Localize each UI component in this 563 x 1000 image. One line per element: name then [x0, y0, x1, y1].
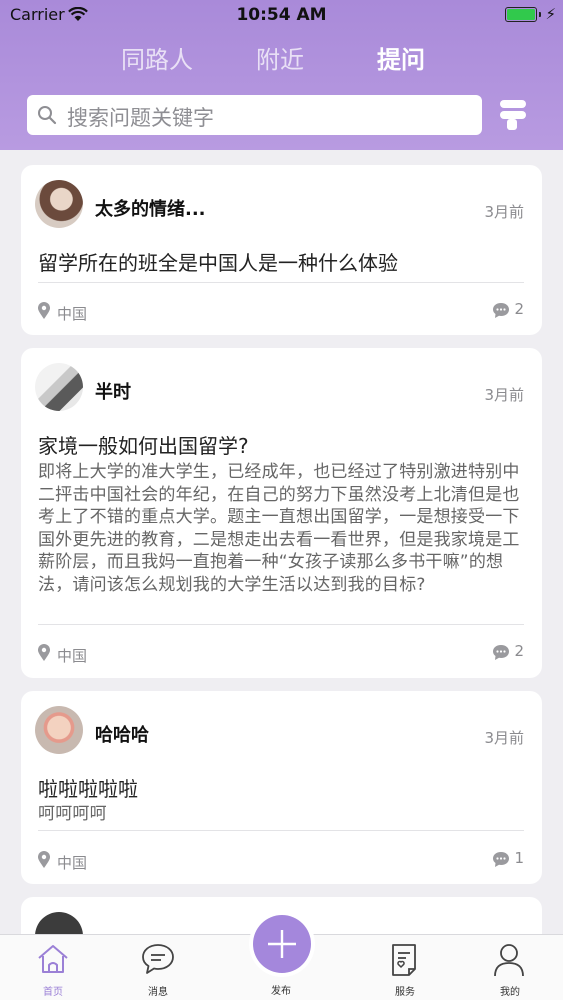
battery-tip	[539, 12, 541, 17]
comment-count: 2	[514, 642, 524, 660]
app-screen: Carrier 10:54 AM ⚡ 同路人 附近 提问 搜索问题关键字 太多的…	[0, 0, 563, 1000]
publish-button[interactable]	[253, 915, 311, 973]
tab-nearby[interactable]: 附近	[256, 40, 304, 75]
filter-icon[interactable]	[497, 98, 529, 132]
question-body: 即将上大学的准大学生，已经成年，也已经过了特别激进特别中二抨击中国社会的年纪，在…	[38, 462, 520, 595]
tab-questions[interactable]: 提问	[377, 40, 425, 75]
profile-icon	[494, 944, 524, 977]
service-icon	[392, 944, 416, 976]
tabbar-label: 消息	[148, 987, 168, 998]
divider	[38, 624, 524, 625]
tabbar-item-profile[interactable]: 我的	[470, 935, 550, 1000]
avatar[interactable]	[35, 180, 83, 228]
comment-count: 2	[514, 300, 524, 318]
post-date: 3月前	[484, 203, 524, 221]
clock: 10:54 AM	[236, 5, 327, 25]
question-title: 留学所在的班全是中国人是一种什么体验	[38, 251, 398, 275]
comment-count: 1	[514, 849, 524, 867]
tabbar-label: 首页	[43, 987, 63, 998]
divider	[38, 282, 524, 283]
avatar[interactable]	[35, 706, 83, 754]
message-icon	[142, 944, 174, 974]
tabbar-label: 服务	[395, 987, 415, 998]
question-card[interactable]: 哈哈哈 3月前 啦啦啦啦啦 呵呵呵呵 中国 1	[21, 691, 542, 884]
tab-travel-companions[interactable]: 同路人	[121, 40, 193, 75]
tabbar-item-home[interactable]: 首页	[13, 935, 93, 1000]
publish-label: 发布	[271, 986, 291, 997]
location-label: 中国	[57, 854, 88, 872]
battery-icon	[505, 7, 537, 22]
tabbar-item-messages[interactable]: 消息	[118, 935, 198, 1000]
tabbar-label: 我的	[500, 987, 520, 998]
author-name: 半时	[95, 382, 131, 403]
author-name: 哈哈哈	[95, 725, 149, 746]
question-body: 呵呵呵呵	[38, 804, 107, 824]
header: Carrier 10:54 AM ⚡ 同路人 附近 提问 搜索问题关键字	[0, 0, 563, 150]
comment-icon[interactable]	[492, 302, 510, 319]
plus-icon	[268, 930, 296, 958]
battery-level	[507, 9, 535, 20]
home-icon	[38, 945, 68, 973]
comment-icon[interactable]	[492, 644, 510, 661]
search-icon	[38, 106, 57, 125]
question-card[interactable]: 太多的情绪... 3月前 留学所在的班全是中国人是一种什么体验 中国 2	[21, 165, 542, 335]
comment-icon[interactable]	[492, 851, 510, 868]
charging-icon: ⚡	[545, 5, 556, 23]
question-title: 啦啦啦啦啦	[38, 777, 138, 801]
post-date: 3月前	[484, 386, 524, 404]
avatar[interactable]	[35, 363, 83, 411]
location-pin-icon	[38, 851, 50, 868]
question-title: 家境一般如何出国留学?	[38, 434, 249, 458]
location-label: 中国	[57, 647, 88, 665]
question-card[interactable]: 半时 3月前 家境一般如何出国留学? 即将上大学的准大学生，已经成年，也已经过了…	[21, 348, 542, 678]
search-placeholder: 搜索问题关键字	[67, 106, 214, 130]
location-label: 中国	[57, 305, 88, 323]
top-tabs: 同路人 附近 提问	[0, 40, 563, 80]
author-name: 太多的情绪...	[95, 199, 206, 220]
divider	[38, 830, 524, 831]
tabbar-item-services[interactable]: 服务	[365, 935, 445, 1000]
search-input[interactable]: 搜索问题关键字	[27, 95, 482, 135]
post-date: 3月前	[484, 729, 524, 747]
location-pin-icon	[38, 302, 50, 319]
status-bar: Carrier 10:54 AM ⚡	[0, 0, 563, 30]
location-pin-icon	[38, 644, 50, 661]
